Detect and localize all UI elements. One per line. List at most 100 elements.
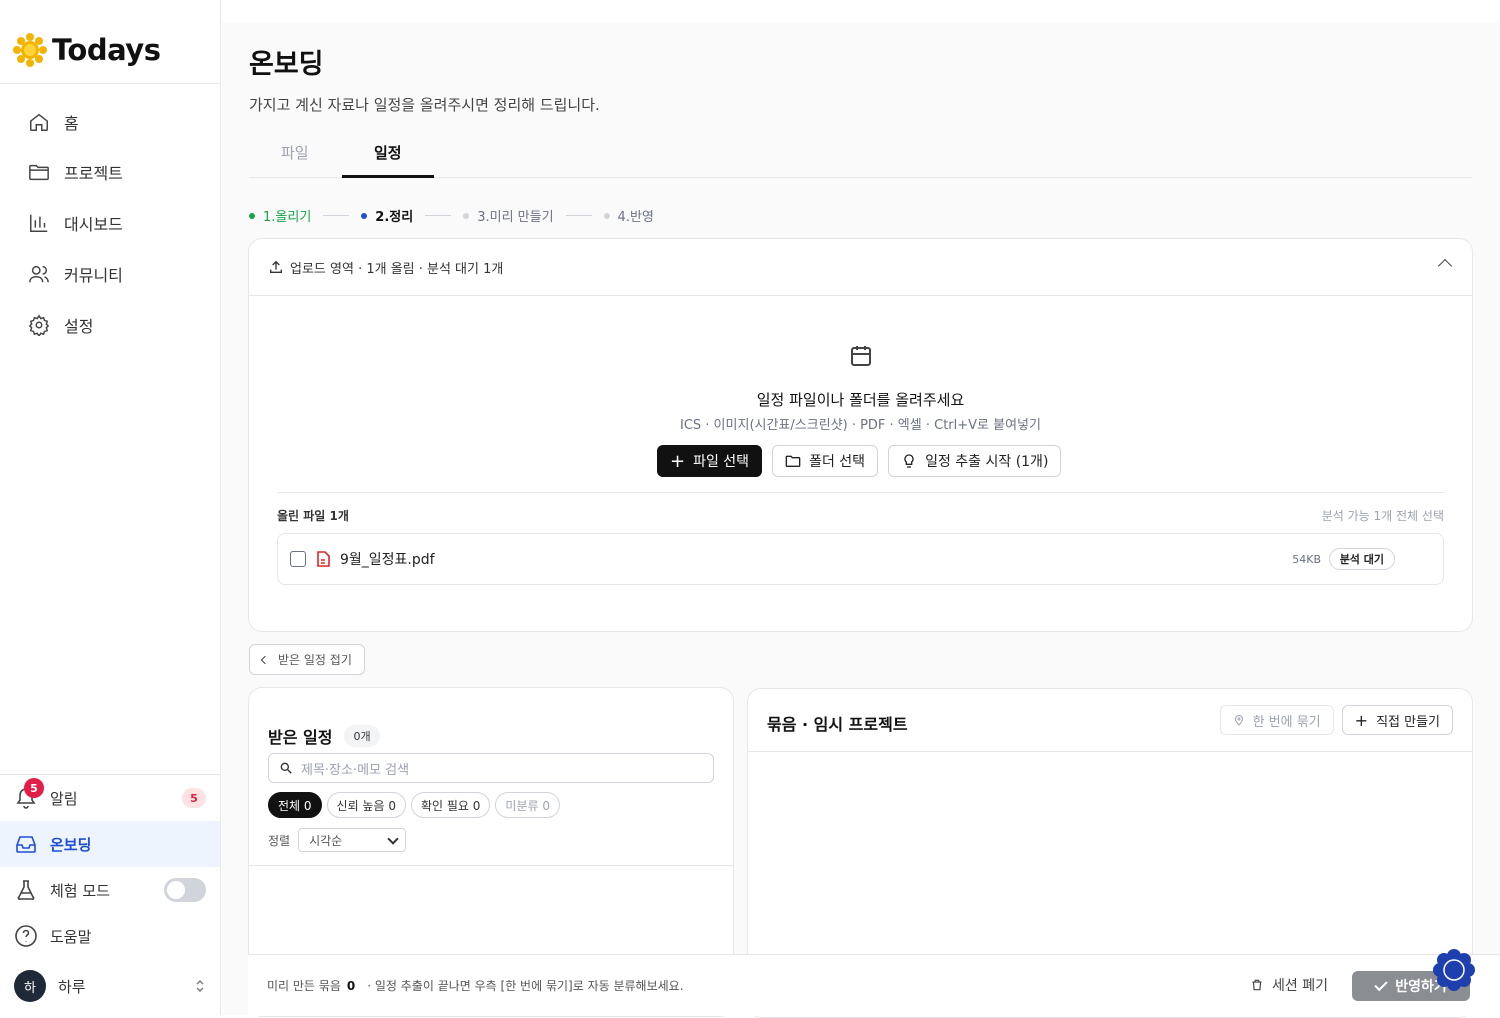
sort-select[interactable]: 시각순 — [298, 828, 406, 852]
upload-header-text: 업로드 영역 · 1개 올림 · 분석 대기 1개 — [290, 258, 503, 277]
user-menu[interactable]: 하 하루 — [14, 963, 220, 1009]
sidebar-item-label: 도움말 — [50, 926, 91, 947]
bottom-action-bar: 미리 만든 묶음 0 · 일정 추출이 끝나면 우측 [한 번에 묶기]로 자동… — [248, 954, 1500, 1016]
sidebar-item-trial-mode: 체험 모드 — [14, 867, 220, 913]
avatar: 하 — [14, 970, 46, 1002]
group-actions: 한 번에 묶기 + 직접 만들기 — [1220, 705, 1453, 735]
start-extract-button[interactable]: 일정 추출 시작 (1개) — [888, 445, 1061, 477]
plus-icon: + — [670, 451, 685, 472]
alerts-count: 5 — [182, 788, 206, 808]
sidebar-item-label: 알림 — [50, 788, 78, 809]
filter-high-confidence[interactable]: 신뢰 높음 0 — [327, 792, 406, 818]
sidebar-item-onboarding[interactable]: 온보딩 — [0, 821, 220, 867]
select-folder-button[interactable]: 폴더 선택 — [772, 445, 878, 477]
sidebar-item-settings[interactable]: 설정 — [28, 313, 93, 337]
select-file-label: 파일 선택 — [693, 451, 749, 471]
sidebar-item-label: 커뮤니티 — [64, 262, 123, 286]
step-dot — [463, 213, 469, 219]
group-divider — [748, 751, 1472, 752]
folder-icon — [28, 161, 50, 183]
create-group-button[interactable]: + 직접 만들기 — [1342, 705, 1453, 735]
tab-schedule[interactable]: 일정 — [374, 142, 402, 163]
upload-header[interactable]: 업로드 영역 · 1개 올림 · 분석 대기 1개 — [249, 239, 1472, 296]
discard-label: 세션 폐기 — [1272, 975, 1328, 995]
inbox-icon — [14, 832, 38, 856]
chart-icon — [28, 212, 50, 234]
uploaded-files-label: 올린 파일 1개 — [277, 507, 349, 524]
file-name: 9월_일정표.pdf — [340, 549, 435, 569]
upload-card: 업로드 영역 · 1개 올림 · 분석 대기 1개 일정 파일이나 폴더를 올려… — [248, 238, 1473, 632]
filter-all[interactable]: 전체 0 — [268, 792, 322, 818]
chevron-updown-icon — [194, 979, 206, 993]
pin-icon — [1233, 713, 1245, 727]
sidebar-item-label: 온보딩 — [50, 834, 91, 855]
calendar-icon — [849, 344, 873, 372]
received-filters: 전체 0 신뢰 높음 0 확인 필요 0 미분류 0 — [268, 792, 560, 818]
group-all-button[interactable]: 한 번에 묶기 — [1220, 705, 1334, 735]
check-icon — [1375, 977, 1388, 990]
discard-session-button[interactable]: 세션 폐기 — [1250, 975, 1328, 995]
bell-wrap: 5 — [14, 786, 38, 810]
user-name: 하루 — [58, 976, 86, 997]
upload-subtitle: ICS · 이미지(시간표/스크린샷) · PDF · 엑셀 · Ctrl+V로… — [249, 414, 1472, 433]
received-title-text: 받은 일정 — [268, 724, 332, 748]
create-group-label: 직접 만들기 — [1376, 711, 1440, 730]
step-1: 1.올리기 — [263, 206, 311, 225]
step-line — [566, 215, 592, 216]
sidebar-item-dashboard[interactable]: 대시보드 — [28, 211, 123, 235]
received-search[interactable]: 제목·장소·메모 검색 — [268, 753, 714, 783]
step-4: 4.반영 — [618, 206, 654, 225]
step-2: 2.정리 — [375, 206, 413, 225]
preview-groups-label: 미리 만든 묶음 — [267, 977, 341, 994]
filter-needs-check[interactable]: 확인 필요 0 — [411, 792, 490, 818]
tab-files[interactable]: 파일 — [281, 142, 309, 163]
plus-icon: + — [1355, 711, 1368, 730]
sidebar-item-help[interactable]: 도움말 — [14, 913, 220, 959]
file-row: 9월_일정표.pdf 54KB 분석 대기 — [277, 533, 1444, 585]
step-line — [425, 215, 451, 216]
select-file-button[interactable]: + 파일 선택 — [657, 445, 762, 477]
home-icon — [28, 111, 50, 133]
page-title: 온보딩 — [249, 42, 324, 81]
brand-logo[interactable]: Todays — [12, 32, 160, 68]
step-3: 3.미리 만들기 — [477, 206, 553, 225]
sidebar-item-label: 프로젝트 — [64, 160, 123, 184]
users-icon — [28, 263, 50, 285]
upload-title: 일정 파일이나 폴더를 올려주세요 — [249, 389, 1472, 410]
sidebar-item-projects[interactable]: 프로젝트 — [28, 160, 123, 184]
search-icon — [279, 761, 293, 775]
main-content: 온보딩 가지고 계신 자료나 일정을 올려주시면 정리해 드립니다. 파일 일정… — [222, 22, 1500, 1015]
group-all-label: 한 번에 묶기 — [1253, 711, 1321, 730]
step-dot — [604, 213, 610, 219]
sidebar-item-home[interactable]: 홈 — [28, 110, 79, 134]
sidebar-item-label: 홈 — [64, 110, 79, 134]
trash-icon — [1250, 978, 1264, 992]
step-dot — [249, 213, 255, 219]
sidebar-item-label: 체험 모드 — [50, 880, 110, 901]
file-size: 54KB — [1292, 553, 1321, 566]
search-input[interactable]: 제목·장소·메모 검색 — [301, 759, 409, 778]
sidebar-item-community[interactable]: 커뮤니티 — [28, 262, 123, 286]
fold-received-button[interactable]: 받은 일정 접기 — [249, 644, 365, 675]
received-title: 받은 일정 0개 — [268, 724, 380, 748]
step-dot — [361, 213, 367, 219]
trial-mode-toggle[interactable] — [164, 878, 206, 902]
help-icon — [14, 924, 38, 948]
sidebar-divider — [0, 83, 220, 84]
group-title: 묶음 · 임시 프로젝트 — [767, 711, 908, 735]
preview-groups-count: 0 — [347, 979, 355, 993]
received-count: 0개 — [344, 725, 379, 747]
select-all-analyzable[interactable]: 분석 가능 1개 전체 선택 — [1322, 507, 1444, 524]
file-status-badge: 분석 대기 — [1329, 548, 1395, 570]
file-checkbox[interactable] — [290, 551, 306, 567]
upload-actions: + 파일 선택 폴더 선택 일정 추출 시작 (1개) — [657, 445, 1061, 477]
calendar-glyph — [849, 344, 873, 368]
assistant-fab[interactable] — [1432, 948, 1476, 996]
page-subtitle: 가지고 계신 자료나 일정을 올려주시면 정리해 드립니다. — [249, 94, 600, 115]
filter-unclassified[interactable]: 미분류 0 — [495, 792, 560, 818]
sun-logo-icon — [12, 32, 48, 68]
gear-icon — [28, 314, 50, 336]
sidebar-item-alerts[interactable]: 5 알림 5 — [14, 775, 220, 821]
step-line — [323, 215, 349, 216]
chevron-up-icon[interactable] — [1438, 259, 1452, 273]
